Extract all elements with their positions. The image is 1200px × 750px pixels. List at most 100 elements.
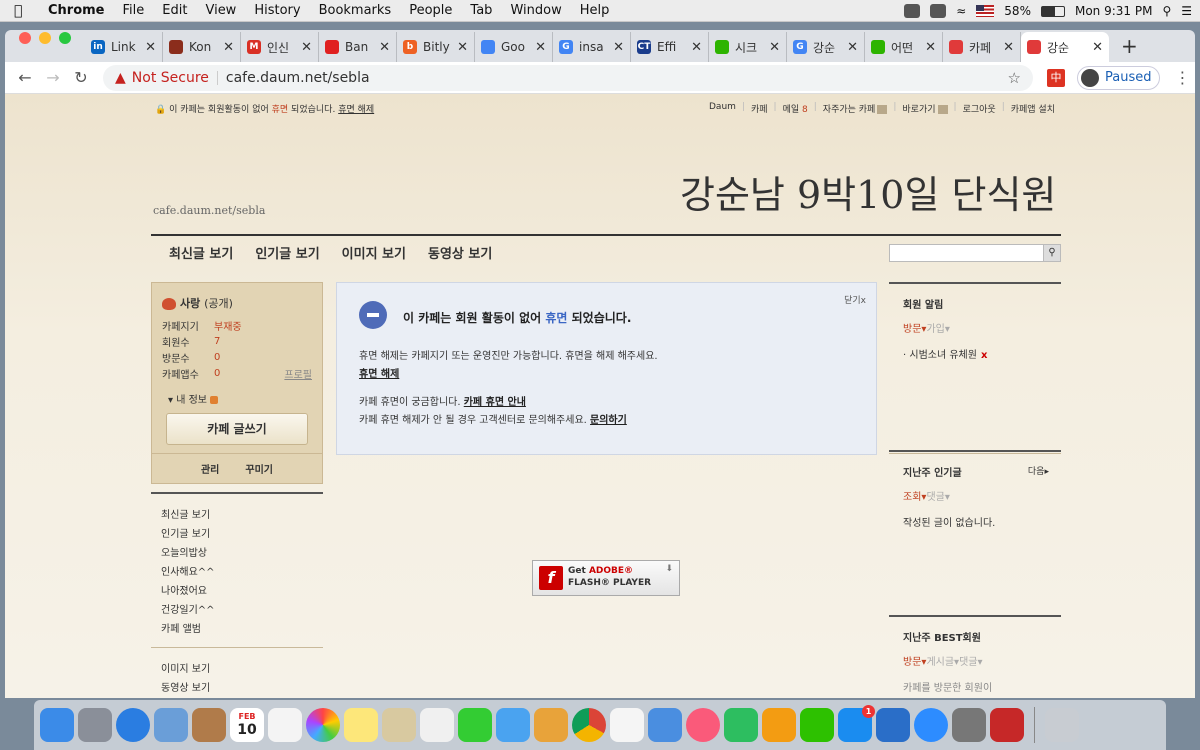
browser-tab[interactable]: Goo ✕ <box>475 32 553 62</box>
chrome-icon[interactable] <box>572 708 606 742</box>
menu-help[interactable]: Help <box>580 3 610 18</box>
new-tab-button[interactable]: + <box>1121 34 1138 58</box>
wechat-icon[interactable] <box>800 708 834 742</box>
menu-app-name[interactable]: Chrome <box>48 3 105 18</box>
mail-link[interactable]: 메일 8 <box>783 102 808 115</box>
reload-button[interactable]: ↻ <box>67 68 95 87</box>
member-name[interactable]: 시범소녀 유체원 <box>909 350 977 361</box>
address-bar[interactable]: ▲ Not Secure cafe.daum.net/sebla ☆ <box>103 64 1033 91</box>
browser-tab[interactable]: 카페 ✕ <box>943 32 1021 62</box>
app-install-link[interactable]: 카페앱 설치 <box>1011 102 1055 115</box>
shortcut-dropdown[interactable]: 바로가기 <box>902 102 948 115</box>
close-notice-button[interactable]: 닫기x <box>844 293 866 306</box>
notes-icon[interactable] <box>344 708 378 742</box>
spotlight-search-icon[interactable]: ⚲ <box>1162 4 1171 18</box>
battery-icon[interactable] <box>1040 5 1065 17</box>
board-cafe-album[interactable]: 카페 앨범 <box>161 620 313 639</box>
expressvpn-icon[interactable] <box>990 708 1024 742</box>
browser-tab[interactable]: 어떤 ✕ <box>865 32 943 62</box>
cafe-url[interactable]: cafe.daum.net/sebla <box>153 204 265 217</box>
app-store-icon[interactable]: 1 <box>838 705 875 742</box>
menu-images[interactable]: 이미지 보기 <box>342 243 406 262</box>
close-window-button[interactable] <box>19 32 31 44</box>
manage-link[interactable]: 관리 <box>201 461 219 476</box>
write-post-button[interactable]: 카페 글쓰기 <box>166 413 308 445</box>
tab-visit[interactable]: 방문 <box>903 657 921 668</box>
tab-join[interactable]: 가입 <box>926 324 944 335</box>
facetime-icon[interactable] <box>458 708 492 742</box>
reminders-icon[interactable] <box>268 708 302 742</box>
board-latest[interactable]: 최신글 보기 <box>161 506 313 525</box>
menu-file[interactable]: File <box>123 3 145 18</box>
launchpad-icon[interactable] <box>78 708 112 742</box>
menu-history[interactable]: History <box>254 3 300 18</box>
back-button[interactable]: ← <box>11 68 39 87</box>
numbers-icon[interactable] <box>610 708 644 742</box>
release-dormant-link[interactable]: 휴면 해제 <box>338 105 374 115</box>
close-tab-icon[interactable]: ✕ <box>1092 40 1103 55</box>
system-preferences-icon[interactable] <box>952 708 986 742</box>
security-status[interactable]: Not Secure <box>132 70 209 86</box>
decorate-link[interactable]: 꾸미기 <box>245 461 273 476</box>
zoom-window-button[interactable] <box>59 32 71 44</box>
menu-latest-posts[interactable]: 최신글 보기 <box>169 243 233 262</box>
tab-visit[interactable]: 방문 <box>903 324 921 335</box>
inquiry-link[interactable]: 문의하기 <box>590 415 627 426</box>
menu-view[interactable]: View <box>205 3 236 18</box>
textedit-icon[interactable] <box>420 708 454 742</box>
menu-window[interactable]: Window <box>510 3 561 18</box>
wifi-icon[interactable]: ≈ <box>956 4 966 18</box>
board-greetings[interactable]: 인사해요^^ <box>161 563 313 582</box>
itunes-icon[interactable] <box>686 708 720 742</box>
cafe-search-input[interactable] <box>889 244 1061 262</box>
dormant-guide-link[interactable]: 카페 휴면 안내 <box>464 397 526 408</box>
input-source-flag-icon[interactable] <box>976 5 995 17</box>
profile-button[interactable]: Paused <box>1077 65 1161 90</box>
menu-people[interactable]: People <box>409 3 452 18</box>
url-text[interactable]: cafe.daum.net/sebla <box>226 70 370 86</box>
finder-icon[interactable] <box>40 708 74 742</box>
close-tab-icon[interactable]: ✕ <box>613 40 624 55</box>
photos-icon[interactable] <box>306 708 340 742</box>
browser-tab[interactable]: Ban ✕ <box>319 32 397 62</box>
menu-bookmarks[interactable]: Bookmarks <box>319 3 392 18</box>
browser-tab[interactable]: M 인신 ✕ <box>241 32 319 62</box>
contacts-icon[interactable] <box>192 708 226 742</box>
evernote-status-icon[interactable] <box>930 4 947 18</box>
board-health-diary[interactable]: 건강일기^^ <box>161 601 313 620</box>
board-today-meal[interactable]: 오늘의밥상 <box>161 544 313 563</box>
messages-icon[interactable] <box>496 708 530 742</box>
pages-icon[interactable] <box>534 708 568 742</box>
browser-tab[interactable]: G 강순 ✕ <box>787 32 865 62</box>
apple-icon[interactable]:  <box>14 3 34 19</box>
tab-views[interactable]: 조회 <box>903 492 921 503</box>
close-tab-icon[interactable]: ✕ <box>535 40 546 55</box>
calendar-icon[interactable]: FEB 10 <box>230 708 264 742</box>
zoom-icon[interactable] <box>914 708 948 742</box>
browser-tab[interactable]: 시크 ✕ <box>709 32 787 62</box>
next-button[interactable]: 다음▸ <box>1028 464 1049 477</box>
keynote-icon[interactable] <box>648 708 682 742</box>
close-tab-icon[interactable]: ✕ <box>145 40 156 55</box>
board-videos[interactable]: 동영상 보기 <box>161 679 313 698</box>
mail-app-icon[interactable] <box>154 708 188 742</box>
close-tab-icon[interactable]: ✕ <box>379 40 390 55</box>
close-tab-icon[interactable]: ✕ <box>691 40 702 55</box>
search-icon[interactable]: ⚲ <box>1043 244 1061 262</box>
clock[interactable]: Mon 9:31 PM <box>1075 4 1152 18</box>
my-info-toggle[interactable]: ▾ 내 정보 <box>168 391 218 406</box>
menu-edit[interactable]: Edit <box>162 3 187 18</box>
logout-link[interactable]: 로그아웃 <box>963 102 996 115</box>
browser-tab[interactable]: in Link ✕ <box>85 32 163 62</box>
menu-tab[interactable]: Tab <box>470 3 492 18</box>
daum-link[interactable]: Daum <box>709 102 736 115</box>
get-flash-player-button[interactable]: f Get ADOBE® FLASH® PLAYER ⬇ <box>532 560 680 596</box>
minimize-window-button[interactable] <box>39 32 51 44</box>
bookmark-star-icon[interactable]: ☆ <box>1008 69 1021 87</box>
close-tab-icon[interactable]: ✕ <box>769 40 780 55</box>
cafe-link[interactable]: 카페 <box>751 102 768 115</box>
preview-icon[interactable] <box>382 708 416 742</box>
browser-tab[interactable]: Ginsa ✕ <box>553 32 631 62</box>
active-tab[interactable]: 강순 ✕ <box>1021 32 1109 62</box>
menu-videos[interactable]: 동영상 보기 <box>428 243 492 262</box>
